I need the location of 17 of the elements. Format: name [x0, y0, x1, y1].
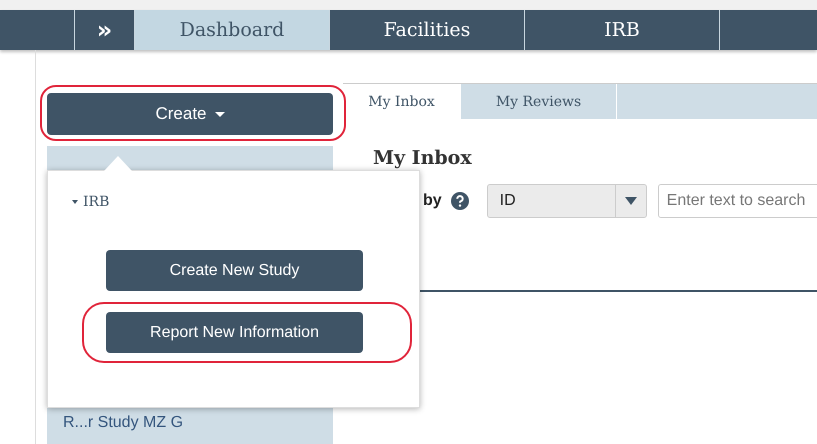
menu-button[interactable]: Create New Study [106, 250, 363, 291]
filter-label: by [423, 192, 442, 210]
nav-tab[interactable]: Facilities [330, 10, 525, 50]
inbox-heading: My Inbox [373, 147, 473, 169]
dropdown-arrow-icon [624, 197, 637, 205]
caret-icon [214, 112, 225, 116]
inbox-tab[interactable]: My Inbox [343, 84, 461, 119]
menu-button[interactable]: Report New Information [106, 312, 363, 353]
irb-section-toggle[interactable]: IRB [72, 194, 110, 210]
help-icon[interactable] [450, 192, 469, 210]
create-button[interactable]: Create [47, 93, 333, 135]
filter-select[interactable]: ID [486, 184, 647, 218]
inbox-tab[interactable]: My Reviews [461, 84, 617, 119]
nav-tab[interactable]: Dashboard [135, 10, 330, 50]
search-field[interactable]: Enter text to search [658, 184, 817, 218]
nav-tab[interactable]: IRB [525, 10, 720, 50]
sidebar-item[interactable]: R...r Study MZ G [63, 414, 184, 431]
